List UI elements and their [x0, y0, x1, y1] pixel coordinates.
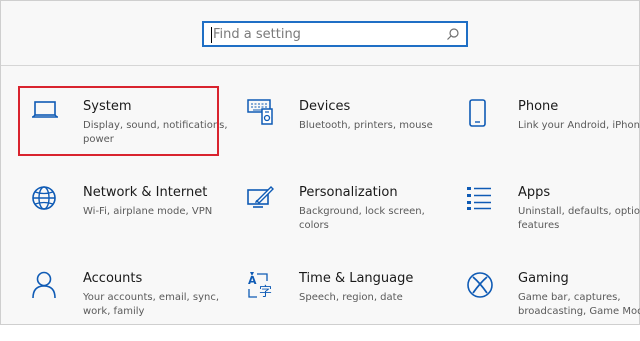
tile-title: Devices: [299, 99, 351, 114]
search-placeholder: Find a setting: [213, 27, 301, 42]
tile-description: Uninstall, defaults, optional features: [518, 206, 640, 231]
tile-description: Wi-Fi, airplane mode, VPN: [83, 206, 213, 217]
tile-devices[interactable]: Devices Bluetooth, printers, mouse: [247, 99, 447, 169]
tile-title: Network & Internet: [83, 185, 208, 200]
tile-description: Your accounts, email, sync, work, family: [83, 292, 220, 317]
tile-gaming[interactable]: Gaming Game bar, captures, broadcasting,…: [466, 271, 640, 341]
svg-text:A: A: [248, 274, 257, 287]
time-language-icon: A 字: [247, 271, 279, 303]
globe-icon: [31, 185, 63, 217]
tile-title: Gaming: [518, 271, 569, 286]
tile-title: Personalization: [299, 185, 398, 200]
header-divider: [1, 65, 639, 66]
xbox-icon: [466, 271, 498, 303]
search-box[interactable]: Find a setting: [202, 21, 468, 47]
tile-apps[interactable]: Apps Uninstall, defaults, optional featu…: [466, 185, 640, 255]
tile-network-internet[interactable]: Network & Internet Wi-Fi, airplane mode,…: [31, 185, 231, 255]
devices-icon: [247, 99, 279, 131]
person-icon: [31, 271, 63, 303]
tile-accounts[interactable]: Accounts Your accounts, email, sync, wor…: [31, 271, 231, 341]
svg-text:字: 字: [259, 285, 272, 299]
tile-description: Game bar, captures, broadcasting, Game M…: [518, 292, 640, 317]
tile-description: Background, lock screen, colors: [299, 206, 425, 231]
tile-title: Accounts: [83, 271, 143, 286]
tile-phone[interactable]: Phone Link your Android, iPhone: [466, 99, 640, 169]
settings-window: Find a setting System Display, sound, no…: [0, 0, 640, 325]
tile-description: Bluetooth, printers, mouse: [299, 120, 433, 131]
text-caret: [211, 27, 212, 43]
paint-icon: [247, 185, 279, 217]
tile-time-language[interactable]: A 字 Time & Language Speech, region, date: [247, 271, 447, 341]
tile-description: Link your Android, iPhone: [518, 120, 640, 131]
tile-title: Time & Language: [299, 271, 414, 286]
tile-description: Speech, region, date: [299, 292, 403, 303]
highlight-box: [18, 86, 219, 156]
tile-title: Apps: [518, 185, 551, 200]
tile-personalization[interactable]: Personalization Background, lock screen,…: [247, 185, 447, 255]
phone-icon: [466, 99, 498, 131]
search-icon[interactable]: [446, 27, 460, 41]
tile-title: Phone: [518, 99, 559, 114]
apps-list-icon: [466, 185, 498, 217]
